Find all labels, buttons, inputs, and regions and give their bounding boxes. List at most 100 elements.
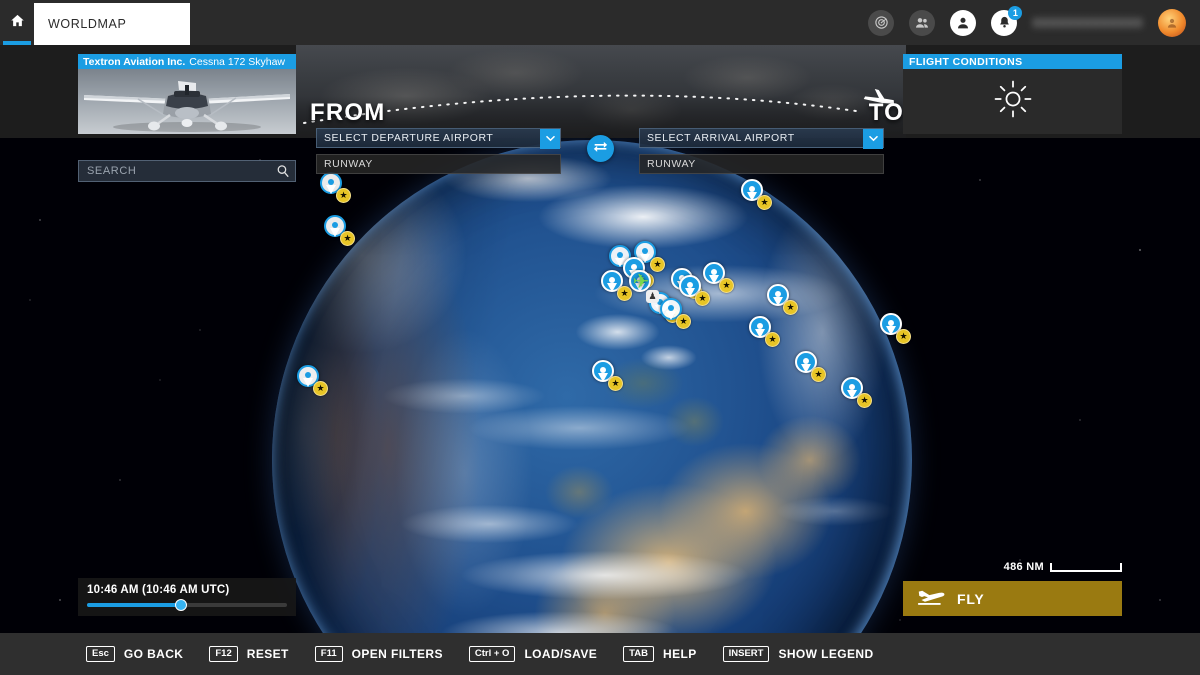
avatar[interactable]	[1158, 8, 1186, 37]
to-label: TO	[868, 99, 904, 126]
departure-runway-field[interactable]: RUNWAY	[316, 154, 561, 174]
keycap: F11	[314, 646, 343, 662]
keycap: Esc	[86, 646, 115, 662]
time-slider-handle[interactable]	[175, 599, 187, 611]
map-marker-pin[interactable]: ★	[660, 298, 691, 329]
fly-button[interactable]: FLY	[903, 581, 1122, 616]
map-marker-pin[interactable]: ★	[679, 275, 710, 306]
radar-icon[interactable]	[868, 9, 895, 36]
arrival-runway-value: RUNWAY	[647, 158, 696, 170]
map-pin-center-dot	[757, 322, 763, 329]
time-of-day-panel[interactable]: 10:46 AM (10:46 AM UTC)	[78, 578, 296, 616]
map-pin-center-dot	[775, 290, 781, 297]
home-icon	[10, 13, 25, 33]
map-marker-pin[interactable]: ★	[795, 351, 826, 382]
flight-conditions-panel[interactable]: FLIGHT CONDITIONS	[903, 54, 1122, 134]
chevron-down-icon[interactable]	[863, 129, 883, 149]
route-arc-graphic	[303, 89, 895, 124]
map-marker-pin[interactable]: ★	[592, 360, 623, 391]
departure-fields: SELECT DEPARTURE AIRPORT RUNWAY	[316, 128, 561, 174]
hotkey-load-save[interactable]: Ctrl + O LOAD/SAVE	[468, 646, 597, 662]
map-marker-pin[interactable]: ★	[767, 284, 798, 315]
player-avatar-badge[interactable]: ♟	[646, 290, 659, 303]
poi-star-badge-icon[interactable]: ★	[811, 367, 826, 382]
map-marker-pin[interactable]: ★	[601, 270, 632, 301]
map-pin-center-dot	[609, 276, 615, 283]
hotkey-help[interactable]: TAB HELP	[623, 646, 696, 662]
flight-conditions-body[interactable]	[903, 69, 1122, 134]
map-pin-center-dot	[687, 281, 693, 288]
map-pin-center-dot	[749, 185, 755, 192]
notifications-icon[interactable]: 1	[991, 5, 1023, 36]
map-pin-center-dot	[600, 366, 606, 373]
flight-conditions-title: FLIGHT CONDITIONS	[903, 54, 1122, 69]
scale-distance-label: 486 NM	[1003, 561, 1044, 573]
poi-star-badge-icon[interactable]: ★	[695, 291, 710, 306]
poi-star-badge-icon[interactable]: ★	[340, 231, 355, 246]
arrival-runway-field[interactable]: RUNWAY	[639, 154, 884, 174]
map-pin-center-dot	[849, 383, 855, 390]
map-marker-pin[interactable]: ★	[741, 179, 772, 210]
hotkey-open-filters[interactable]: F11 OPEN FILTERS	[314, 646, 443, 662]
keycap: F12	[209, 646, 238, 662]
poi-star-badge-icon[interactable]: ★	[757, 195, 772, 210]
map-pin-center-dot	[711, 268, 717, 275]
search-input[interactable]	[79, 165, 271, 177]
departure-runway-value: RUNWAY	[324, 158, 373, 170]
map-marker-pin[interactable]: ★	[297, 365, 328, 396]
profile-icon[interactable]	[950, 9, 977, 36]
username-label: XXXXXXXXXXXXX	[1032, 15, 1143, 30]
notification-badge: 1	[1008, 5, 1023, 20]
tab-worldmap[interactable]: WORLDMAP	[34, 3, 190, 45]
poi-star-badge-icon[interactable]: ★	[313, 381, 328, 396]
poi-star-badge-icon[interactable]: ★	[608, 376, 623, 391]
selected-aircraft-card[interactable]: Textron Aviation Inc. Cessna 172 Skyhaw	[78, 54, 296, 134]
hotkey-label: OPEN FILTERS	[351, 647, 443, 661]
arrival-airport-select[interactable]: SELECT ARRIVAL AIRPORT	[639, 128, 884, 149]
poi-star-badge-icon[interactable]: ★	[857, 393, 872, 408]
hotkey-label: GO BACK	[123, 647, 184, 661]
poi-star-badge-icon[interactable]: ★	[765, 332, 780, 347]
active-tab-indicator	[3, 41, 31, 45]
map-pin-center-dot	[305, 371, 311, 378]
hotkey-go-back[interactable]: Esc GO BACK	[86, 646, 183, 662]
poi-star-badge-icon[interactable]: ★	[896, 329, 911, 344]
search-icon[interactable]	[271, 164, 295, 178]
departure-airport-select[interactable]: SELECT DEPARTURE AIRPORT	[316, 128, 561, 149]
friends-icon[interactable]	[909, 9, 936, 36]
map-pin-center-dot	[888, 319, 894, 326]
map-marker-pin[interactable]: ★	[841, 377, 872, 408]
poi-star-badge-icon[interactable]: ★	[336, 188, 351, 203]
chevron-down-icon[interactable]	[540, 129, 560, 149]
takeoff-plane-icon	[917, 586, 947, 611]
poi-star-badge-icon[interactable]: ★	[719, 278, 734, 293]
hotkey-label: RESET	[246, 647, 289, 661]
map-marker-pin[interactable]: ★	[749, 316, 780, 347]
keycap: INSERT	[722, 646, 770, 662]
hotkey-label: HELP	[663, 647, 697, 661]
home-tab[interactable]	[0, 0, 34, 45]
swap-airports-button[interactable]	[587, 135, 614, 162]
keycap: Ctrl + O	[468, 646, 516, 662]
map-pin-center-dot	[668, 304, 674, 311]
map-marker-pin[interactable]: ★	[320, 172, 351, 203]
sun-icon	[992, 78, 1034, 125]
map-pin-center-dot	[803, 357, 809, 364]
time-slider-fill	[87, 603, 181, 607]
map-marker-pin[interactable]: ★	[324, 215, 355, 246]
hotkey-show-legend[interactable]: INSERT SHOW LEGEND	[722, 646, 874, 662]
time-slider[interactable]	[87, 599, 287, 611]
poi-star-badge-icon[interactable]: ★	[783, 300, 798, 315]
hotkey-reset[interactable]: F12 RESET	[209, 646, 288, 662]
map-marker-pin[interactable]: ★	[703, 262, 734, 293]
aircraft-thumbnail	[78, 69, 296, 134]
map-pin-center-dot	[328, 178, 334, 185]
map-marker-pin[interactable]: ★	[880, 313, 911, 344]
time-label: 10:46 AM (10:46 AM UTC)	[87, 584, 230, 596]
poi-star-badge-icon[interactable]: ★	[676, 314, 691, 329]
map-scale-bar: 486 NM	[1004, 561, 1122, 573]
from-label: FROM	[310, 99, 386, 126]
aircraft-manufacturer: Textron Aviation Inc.	[83, 55, 186, 68]
search-box[interactable]	[78, 160, 296, 182]
swap-arrows-icon	[593, 140, 608, 158]
